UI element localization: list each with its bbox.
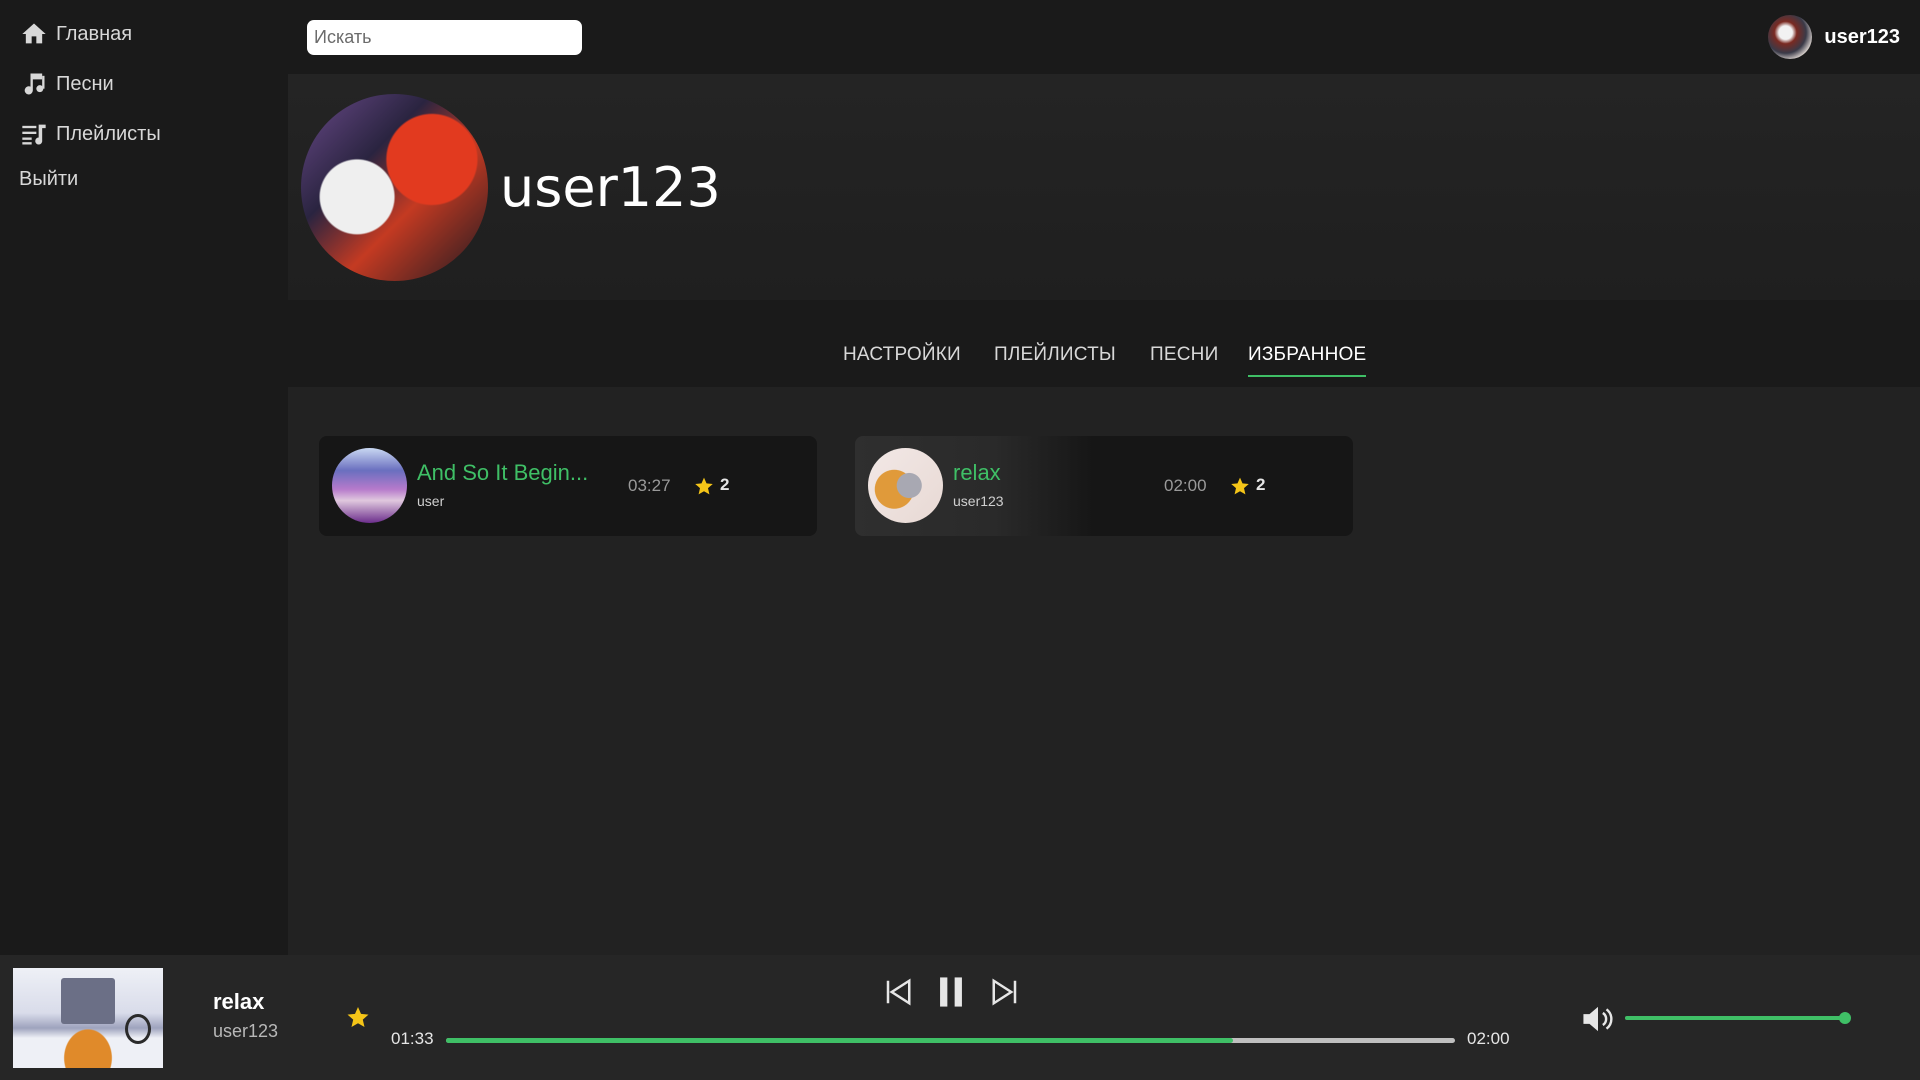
track-artist[interactable]: user123 xyxy=(953,493,1004,509)
player-bar: relax user123 01:33 02:00 xyxy=(0,955,1920,1080)
tab-settings[interactable]: НАСТРОЙКИ xyxy=(843,344,961,366)
sidebar-item-label: Песни xyxy=(56,72,114,95)
profile-name: user123 xyxy=(500,156,721,219)
star-icon[interactable] xyxy=(694,476,714,496)
player-track-title: relax xyxy=(213,989,265,1014)
player-cover xyxy=(13,968,163,1068)
laptop-illustration xyxy=(61,978,115,1024)
sidebar-item-songs[interactable]: Песни xyxy=(20,70,114,98)
track-rating: 2 xyxy=(720,475,730,494)
track-title[interactable]: relax xyxy=(953,460,1128,486)
search-input[interactable] xyxy=(307,20,582,55)
track-cover xyxy=(332,448,407,523)
sidebar: Главная Песни Плейлисты Выйти xyxy=(0,0,288,955)
track-duration: 03:27 xyxy=(628,476,671,495)
top-username: user123 xyxy=(1824,25,1900,48)
star-icon[interactable] xyxy=(1230,476,1250,496)
total-time: 02:00 xyxy=(1467,1029,1510,1048)
current-time: 01:33 xyxy=(391,1029,434,1048)
volume-slider[interactable] xyxy=(1625,1012,1851,1024)
player-track-artist: user123 xyxy=(213,1021,279,1041)
volume-fill xyxy=(1625,1016,1845,1020)
headphones-illustration xyxy=(125,1014,151,1044)
profile-tabs: НАСТРОЙКИ ПЛЕЙЛИСТЫ ПЕСНИ ИЗБРАННОЕ xyxy=(288,300,1920,387)
progress-fill xyxy=(446,1038,1234,1043)
track-card[interactable]: And So It Begin... user 03:27 2 xyxy=(319,436,817,536)
track-rating: 2 xyxy=(1256,475,1266,494)
track-cover xyxy=(868,448,943,523)
home-icon xyxy=(22,23,46,44)
sidebar-item-label: Плейлисты xyxy=(56,122,161,145)
active-tab-underline xyxy=(1248,375,1366,377)
volume-knob[interactable] xyxy=(1839,1012,1851,1024)
tab-playlists[interactable]: ПЛЕЙЛИСТЫ xyxy=(994,344,1116,366)
favorite-star-icon[interactable] xyxy=(346,1005,370,1029)
track-duration: 02:00 xyxy=(1164,476,1207,495)
track-title[interactable]: And So It Begin... xyxy=(417,460,592,486)
progress-bar[interactable] xyxy=(446,1038,1455,1043)
track-artist[interactable]: user xyxy=(417,493,444,509)
top-bar: user123 xyxy=(288,0,1920,74)
sidebar-item-home[interactable]: Главная xyxy=(20,20,132,48)
previous-track-icon[interactable] xyxy=(883,977,913,1007)
avatar xyxy=(1768,15,1813,59)
profile-header: user123 xyxy=(288,74,1920,300)
volume-icon[interactable] xyxy=(1581,1004,1615,1034)
user-menu[interactable]: user123 xyxy=(1768,15,1900,59)
playlist-icon xyxy=(22,124,46,145)
sidebar-item-label: Выйти xyxy=(19,168,79,190)
music-note-icon xyxy=(24,73,45,95)
tab-songs[interactable]: ПЕСНИ xyxy=(1150,344,1218,366)
track-card[interactable]: relax user123 02:00 2 xyxy=(855,436,1353,536)
sidebar-item-playlists[interactable]: Плейлисты xyxy=(20,120,161,148)
sidebar-item-label: Главная xyxy=(56,22,133,45)
tab-favorites[interactable]: ИЗБРАННОЕ xyxy=(1248,344,1366,366)
next-track-icon[interactable] xyxy=(990,977,1020,1007)
profile-avatar xyxy=(301,94,488,281)
logout-link[interactable]: Выйти xyxy=(19,168,78,191)
pause-icon[interactable] xyxy=(936,975,966,1009)
